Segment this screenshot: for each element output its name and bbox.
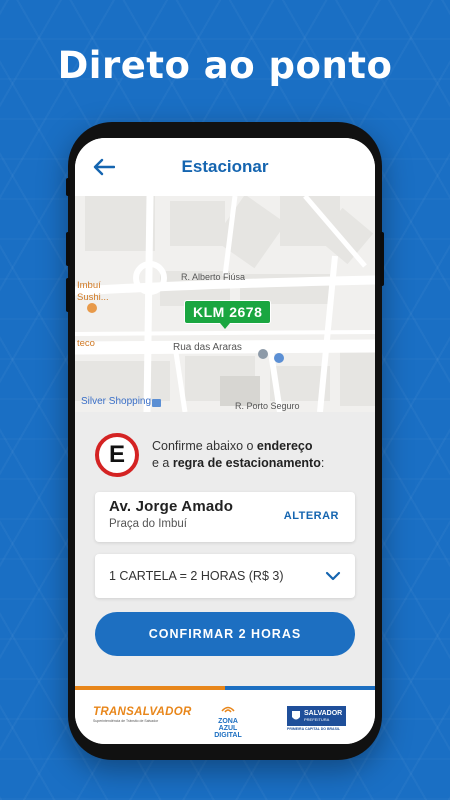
salvador-name: SALVADOR <box>304 710 343 717</box>
map-label-street-alberto: R. Alberto Fiúsa <box>181 272 246 282</box>
chevron-down-icon <box>325 571 341 581</box>
confirm-line2-prefix: e a <box>152 456 173 470</box>
transalvador-logo: TRANSALVADOR Superintendência de Trânsit… <box>93 706 192 723</box>
map-label-imbui: Imbuí <box>77 280 101 291</box>
map-label-teco: teco <box>77 338 95 349</box>
map-label-street-araras: Rua das Araras <box>173 342 242 353</box>
phone-button-power <box>380 232 384 286</box>
salvador-badge: SALVADOR PREFEITURA <box>287 706 347 726</box>
city-crest-icon <box>292 711 300 720</box>
footer-stripe <box>75 686 375 690</box>
zona-line3: DIGITAL <box>214 732 242 739</box>
zona-line1: ZONA <box>218 718 238 725</box>
confirm-line1-bold: endereço <box>256 439 313 453</box>
zona-line2: AZUL <box>218 725 238 732</box>
map-label-street-porto-seguro: R. Porto Seguro <box>235 401 300 411</box>
map-view[interactable]: R. Alberto Fiúsa Imbuí Sushi... teco Rua… <box>75 196 375 412</box>
app-bar: Estacionar <box>75 138 375 196</box>
phone-button-volume-down <box>66 278 70 312</box>
phone-screen: Estacionar R. Alberto Fiúsa Imbuí Sushi.… <box>75 138 375 744</box>
page-title: Estacionar <box>181 157 269 176</box>
phone-button-mute <box>66 178 70 196</box>
change-address-button[interactable]: ALTERAR <box>284 510 339 522</box>
zona-azul-digital-logo: ZONA AZUL DIGITAL <box>209 700 247 739</box>
address-card: Av. Jorge Amado Praça do Imbuí ALTERAR <box>95 492 355 542</box>
confirm-line2-bold: regra de estacionamento <box>172 456 321 470</box>
plate-marker-pointer <box>220 323 230 329</box>
confirm-text: Confirme abaixo o endereço e a regra de … <box>152 438 324 472</box>
parking-rule-value: 1 CARTELA = 2 HORAS (R$ 3) <box>109 569 284 583</box>
confirm-button[interactable]: CONFIRMAR 2 HORAS <box>95 612 355 656</box>
wifi-icon <box>221 706 235 713</box>
confirm-line2-suffix: : <box>320 456 325 470</box>
map-label-silver-shopping: Silver Shopping <box>81 396 152 407</box>
confirm-line1-prefix: Confirme abaixo o <box>152 439 257 453</box>
phone-button-volume-up <box>66 232 70 266</box>
parking-sign-icon: E <box>95 433 139 477</box>
headline: Direto ao ponto <box>57 44 393 87</box>
footer-logos: TRANSALVADOR Superintendência de Trânsit… <box>75 686 375 744</box>
parking-rule-select[interactable]: 1 CARTELA = 2 HORAS (R$ 3) <box>95 554 355 598</box>
vehicle-plate-marker[interactable]: KLM 2678 <box>184 300 272 324</box>
transalvador-subtitle: Superintendência de Trânsito de Salvador <box>93 719 159 723</box>
map-label-sushi: Sushi... <box>77 292 109 303</box>
transalvador-name: TRANSALVADOR <box>93 706 192 718</box>
salvador-subtitle: PRIMEIRA CAPITAL DO BRASIL <box>287 727 341 731</box>
confirm-instruction: E Confirme abaixo o endereço e a regra d… <box>95 432 355 478</box>
salvador-prefeitura: PREFEITURA <box>304 717 330 722</box>
salvador-logo: SALVADOR PREFEITURA PRIMEIRA CAPITAL DO … <box>287 706 347 731</box>
confirmation-panel: E Confirme abaixo o endereço e a regra d… <box>75 432 375 656</box>
back-arrow-icon[interactable] <box>93 158 115 176</box>
